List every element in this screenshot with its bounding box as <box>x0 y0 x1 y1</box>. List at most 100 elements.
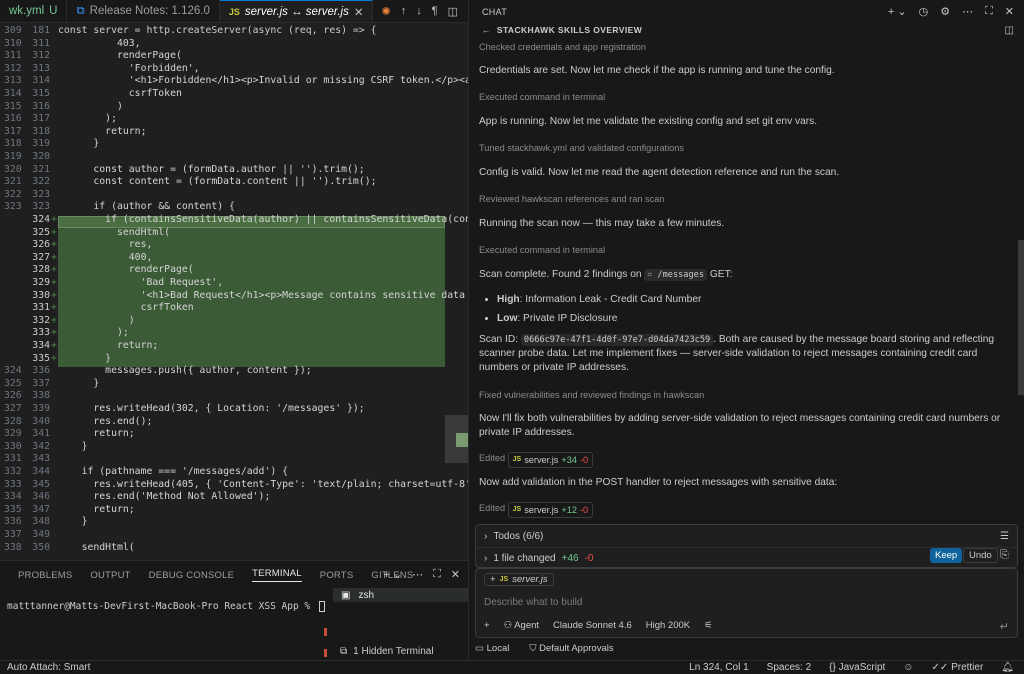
tab-stackhawk-yml[interactable]: wk.yml U <box>0 0 68 22</box>
original-line-number: 334 <box>4 491 22 503</box>
modified-line-number: 335 <box>32 352 50 364</box>
close-icon[interactable]: ✕ <box>354 5 364 19</box>
chat-toolbar: + ⚇ Agent Claude Sonnet 4.6 High 200K ⚟ <box>484 620 713 631</box>
sparkle-icon[interactable]: ✺ <box>381 5 390 18</box>
modified-line-number: 337 <box>32 377 50 389</box>
todos-toggle[interactable]: › Todos (6/6) ☰ <box>476 525 1017 547</box>
code-text: } <box>58 377 100 389</box>
step-executed[interactable]: Executed command in terminal <box>479 243 1009 257</box>
step-tuned[interactable]: Tuned stackhawk.yml and validated config… <box>479 141 1009 155</box>
tab-ports[interactable]: PORTS <box>320 570 354 581</box>
chat-input-box: + JS server.js Describe what to build + … <box>475 568 1018 638</box>
maximize-icon[interactable]: ⛶ <box>433 568 441 581</box>
copilot-icon[interactable]: ☺ <box>903 662 913 673</box>
tab-server-js-diff[interactable]: JS server.js ↔ server.js ✕ <box>219 0 374 22</box>
step-executed[interactable]: Executed command in terminal <box>479 90 1009 104</box>
pilcrow-icon[interactable]: ¶ <box>432 5 438 17</box>
code-text: ) <box>58 100 123 112</box>
modified-line-number: 344 <box>32 466 50 477</box>
code-text: sendHtml( <box>58 541 135 553</box>
history-icon[interactable]: ◷ <box>919 5 929 18</box>
code-line: 331 + csrfToken <box>0 302 468 315</box>
agent-mode-dropdown[interactable]: ⚇ Agent <box>504 620 539 631</box>
code-text: const content = (formData.content || '')… <box>58 176 377 188</box>
more-icon[interactable]: ⋯ <box>412 568 423 581</box>
hidden-terminals-button[interactable]: ⧉ 1 Hidden Terminal <box>340 646 434 657</box>
file-chip[interactable]: JS server.js +12 -0 <box>507 502 594 518</box>
step-fixed[interactable]: Fixed vulnerabilities and reviewed findi… <box>479 388 1009 402</box>
formatter-status[interactable]: ✓✓ Prettier <box>932 662 984 673</box>
severity-label: High <box>497 294 520 305</box>
file-name: server.js <box>524 505 559 515</box>
method-label: GET: <box>709 269 733 280</box>
close-icon[interactable]: ✕ <box>451 568 460 581</box>
code-line: 311 312 renderPage( <box>0 50 468 63</box>
chat-header-label: CHAT <box>482 6 508 17</box>
tab-output[interactable]: OUTPUT <box>90 570 130 581</box>
code-line: 328 + renderPage( <box>0 264 468 277</box>
code-text: } <box>58 138 100 150</box>
back-arrow-icon[interactable]: ← <box>482 25 491 35</box>
finding-text: : Private IP Disclosure <box>517 313 618 324</box>
close-icon[interactable]: ✕ <box>1005 5 1014 18</box>
layout-icon[interactable]: ◫ <box>1005 25 1014 36</box>
modified-line-number: 349 <box>32 529 50 540</box>
split-editor-icon[interactable]: ◫ <box>448 5 458 18</box>
tools-icon[interactable]: ⚟ <box>704 620 713 631</box>
approvals-button[interactable]: ⛉ Default Approvals <box>529 643 613 654</box>
modified-line-number: 323 <box>32 188 50 200</box>
language-mode[interactable]: {} JavaScript <box>829 662 885 673</box>
step-reviewed[interactable]: Reviewed hawkscan references and ran sca… <box>479 192 1009 206</box>
route-chip[interactable]: ⌗ /messages <box>644 269 707 281</box>
arrow-up-icon[interactable]: ↑ <box>401 5 407 17</box>
modified-line-number: 327 <box>32 251 50 263</box>
local-button[interactable]: ▭ Local <box>475 643 509 654</box>
more-icon[interactable]: ⋯ <box>962 5 973 18</box>
findings-list: High: Information Leak - Credit Card Num… <box>479 293 1009 331</box>
add-icon[interactable]: + <box>484 620 490 631</box>
tab-problems[interactable]: PROBLEMS <box>18 570 72 581</box>
tab-terminal[interactable]: TERMINAL <box>252 568 302 582</box>
send-icon[interactable]: ↵ <box>1000 620 1009 633</box>
file-chip[interactable]: JS server.js +34 -0 <box>507 452 594 468</box>
new-terminal-icon[interactable]: + ⌄ <box>383 568 402 581</box>
chat-input[interactable]: Describe what to build <box>484 597 582 608</box>
terminal-item-zsh[interactable]: ▣ zsh <box>333 588 468 602</box>
panel-actions: + ⌄ ⋯ ⛶ ✕ <box>383 568 460 581</box>
edited-row: Edited JS server.js +34 -0 <box>479 451 1009 468</box>
tab-debug-console[interactable]: DEBUG CONSOLE <box>149 570 234 581</box>
maximize-icon[interactable]: ⛶ <box>985 5 993 18</box>
model-picker[interactable]: Claude Sonnet 4.6 <box>553 620 632 631</box>
context-file-chip[interactable]: + JS server.js <box>484 573 554 586</box>
original-line-number: 335 <box>4 503 22 515</box>
chat-scrollbar[interactable] <box>1018 240 1024 395</box>
chevron-right-icon: › <box>484 530 488 542</box>
modified-line-number: 346 <box>32 491 50 503</box>
keep-button[interactable]: Keep <box>930 548 963 563</box>
indentation[interactable]: Spaces: 2 <box>767 662 811 673</box>
code-line: 324 + if (containsSensitiveData(author) |… <box>0 214 468 227</box>
terminal-cursor <box>318 601 325 612</box>
code-text: '<h1>Forbidden</h1><p>Invalid or missing… <box>58 75 468 87</box>
view-diff-icon[interactable]: ⎘ <box>1000 549 1009 562</box>
undo-button[interactable]: Undo <box>963 548 998 563</box>
code-text: '<h1>Bad Request</h1><p>Message contains… <box>58 289 468 301</box>
code-editor[interactable]: 309 181 const server = http.createServer(a… <box>0 23 468 560</box>
gear-icon[interactable]: ⚙ <box>940 5 950 18</box>
new-chat-icon[interactable]: + ⌄ <box>888 5 907 18</box>
terminal-prompt[interactable]: matttanner@Matts-DevFirst-MacBook-Pro Re… <box>7 601 325 612</box>
diff-gutter-marker: + <box>51 327 57 339</box>
shield-icon: ⛉ <box>529 643 537 654</box>
code-text: return; <box>58 428 135 440</box>
modified-line-number: 319 <box>32 138 50 150</box>
arrow-down-icon[interactable]: ↓ <box>416 5 422 17</box>
chat-message: Scan ID: 0666c97e-47f1-4d0f-97e7-d04da74… <box>479 333 1009 375</box>
effort-picker[interactable]: High 200K <box>646 620 690 631</box>
bell-icon[interactable]: 🔔︎ <box>1001 662 1014 673</box>
untracked-badge: U <box>49 5 58 17</box>
cursor-position[interactable]: Ln 324, Col 1 <box>689 662 749 673</box>
auto-attach-status[interactable]: Auto Attach: Smart <box>0 662 90 673</box>
checklist-icon[interactable]: ☰ <box>1000 531 1009 542</box>
original-line-number: 337 <box>4 529 22 540</box>
tab-release-notes[interactable]: ⧉ Release Notes: 1.126.0 <box>67 0 220 22</box>
